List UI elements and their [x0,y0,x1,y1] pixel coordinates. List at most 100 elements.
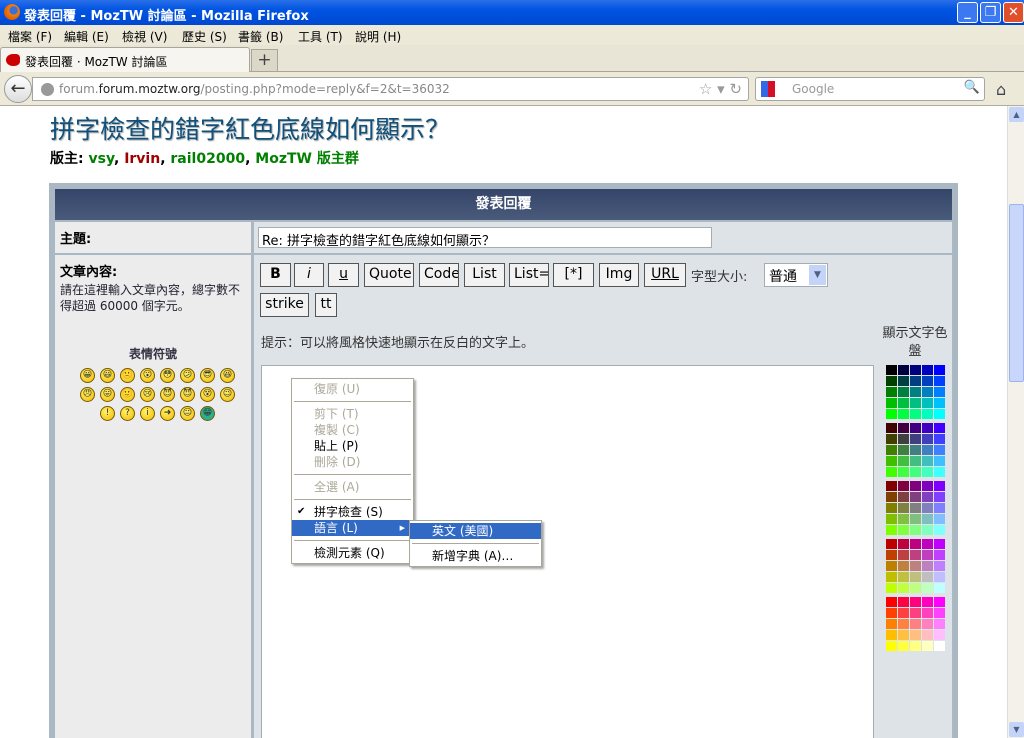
menu-history[interactable]: 歷史 (S) [182,28,227,45]
palette-swatch[interactable] [922,572,933,582]
palette-swatch[interactable] [922,550,933,560]
subject-input[interactable]: Re: 拼字檢查的錯字紅色底線如何顯示？ [258,227,712,249]
palette-swatch[interactable] [934,503,945,513]
palette-swatch[interactable] [898,550,909,560]
palette-swatch[interactable] [922,630,933,640]
code-button[interactable]: Code [419,263,459,287]
palette-swatch[interactable] [922,434,933,444]
emoticon-icon[interactable]: ➜ [160,406,175,421]
palette-swatch[interactable] [898,572,909,582]
minimize-button[interactable]: _ [957,2,978,23]
emoticon-icon[interactable]: ? [120,406,135,421]
palette-swatch[interactable] [922,365,933,375]
palette-swatch[interactable] [886,434,897,444]
palette-swatch[interactable] [886,492,897,502]
menu-item[interactable]: 拼字檢查 (S) ✔ [292,504,413,520]
palette-swatch[interactable] [922,539,933,549]
emoticon-icon[interactable]: 😃 [100,368,115,383]
palette-swatch[interactable] [886,561,897,571]
palette-swatch[interactable] [910,492,921,502]
palette-swatch[interactable] [886,409,897,419]
palette-swatch[interactable] [910,608,921,618]
quote-button[interactable]: Quote [364,263,414,287]
emoticon-icon[interactable]: 😠 [80,387,95,402]
palette-swatch[interactable] [934,445,945,455]
emoticon-icon[interactable]: 😳 [160,368,175,383]
palette-swatch[interactable] [886,445,897,455]
palette-swatch[interactable] [886,608,897,618]
palette-swatch[interactable] [910,434,921,444]
palette-swatch[interactable] [910,561,921,571]
emoticon-icon[interactable]: 😈 [160,387,175,402]
palette-swatch[interactable] [898,561,909,571]
palette-swatch[interactable] [898,641,909,651]
emoticon-icon[interactable]: 😐 [180,406,195,421]
palette-swatch[interactable] [898,456,909,466]
tt-button[interactable]: tt [315,293,337,317]
search-icon[interactable]: 🔍 [964,80,980,95]
moderator-link[interactable]: MozTW 版主群 [255,151,359,167]
palette-swatch[interactable] [898,434,909,444]
emoticon-icon[interactable]: 😉 [220,387,235,402]
palette-swatch[interactable] [886,539,897,549]
palette-swatch[interactable] [898,365,909,375]
palette-swatch[interactable] [922,467,933,477]
palette-swatch[interactable] [910,572,921,582]
palette-swatch[interactable] [898,608,909,618]
emoticon-icon[interactable]: 😆 [220,368,235,383]
palette-swatch[interactable] [922,503,933,513]
palette-swatch[interactable] [922,409,933,419]
emoticon-icon[interactable]: 😀 [80,368,95,383]
maximize-button[interactable]: ❐ [980,2,1001,23]
palette-swatch[interactable] [922,398,933,408]
bold-button[interactable]: B [260,263,291,287]
menu-item[interactable]: 複製 (C) [292,422,413,438]
palette-swatch[interactable] [934,630,945,640]
font-size-select[interactable]: 普通 ▼ [764,263,828,287]
palette-swatch[interactable] [886,467,897,477]
palette-swatch[interactable] [922,525,933,535]
emoticon-icon[interactable]: 😁 [200,406,215,421]
menu-item[interactable]: 貼上 (P) [292,438,413,454]
palette-swatch[interactable] [922,561,933,571]
palette-swatch[interactable] [910,481,921,491]
menu-item[interactable]: 新增字典 (A)… [410,548,541,564]
palette-swatch[interactable] [922,583,933,593]
emoticon-icon[interactable]: i [140,406,155,421]
palette-swatch[interactable] [898,409,909,419]
palette-swatch[interactable] [886,481,897,491]
palette-swatch[interactable] [910,514,921,524]
list-item-button[interactable]: [*] [553,263,594,287]
strike-button[interactable]: strike [260,293,309,317]
url-button[interactable]: URL [644,263,686,287]
list-ordered-button[interactable]: List= [509,263,549,287]
emoticon-icon[interactable]: 😢 [140,387,155,402]
palette-swatch[interactable] [886,572,897,582]
palette-swatch[interactable] [886,525,897,535]
palette-swatch[interactable] [934,514,945,524]
palette-swatch[interactable] [898,525,909,535]
palette-swatch[interactable] [886,619,897,629]
palette-swatch[interactable] [922,376,933,386]
moderator-link[interactable]: rail02000 [170,151,245,167]
menu-help[interactable]: 說明 (H) [355,28,401,45]
palette-swatch[interactable] [910,445,921,455]
emoticon-icon[interactable]: 😕 [180,368,195,383]
palette-swatch[interactable] [886,398,897,408]
palette-swatch[interactable] [934,492,945,502]
palette-swatch[interactable] [934,434,945,444]
palette-swatch[interactable] [898,619,909,629]
palette-swatch[interactable] [898,597,909,607]
palette-swatch[interactable] [922,492,933,502]
palette-swatch[interactable] [886,365,897,375]
menu-item[interactable]: 剪下 (T) [292,406,413,422]
scroll-up-icon[interactable]: ▲ [1009,107,1024,122]
palette-swatch[interactable] [886,503,897,513]
palette-swatch[interactable] [934,619,945,629]
emoticon-icon[interactable]: 😵 [200,387,215,402]
emoticon-icon[interactable]: 😎 [200,368,215,383]
moderator-link[interactable]: vsy [88,151,114,167]
palette-swatch[interactable] [886,583,897,593]
palette-swatch[interactable] [934,539,945,549]
palette-swatch[interactable] [910,376,921,386]
